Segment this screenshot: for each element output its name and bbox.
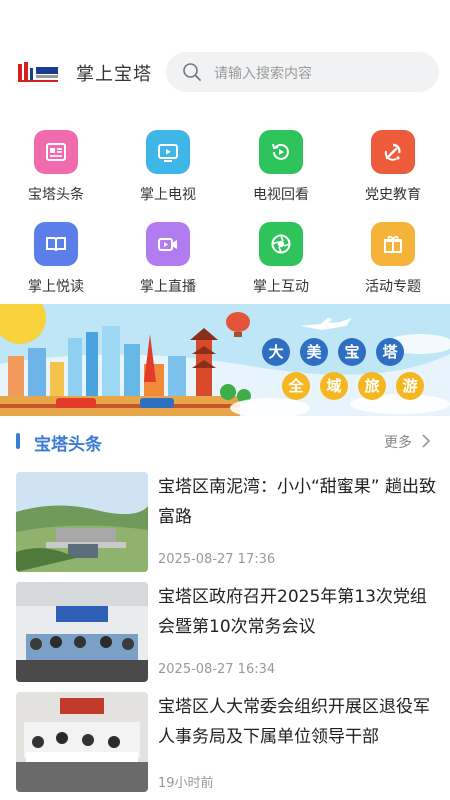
banner-char: 域 [320, 372, 348, 400]
banner-slogan-line1: 大 美 宝 塔 [262, 338, 404, 366]
banner-char: 旅 [358, 372, 386, 400]
grid-label: 电视回看 [253, 187, 309, 203]
tv-icon [146, 130, 190, 174]
grid-item-tv-replay[interactable]: 电视回看 [225, 130, 337, 204]
grid-item-interaction[interactable]: 掌上互动 [225, 222, 337, 296]
party-emblem-icon [371, 130, 415, 174]
gift-icon [371, 222, 415, 266]
news-title[interactable]: 宝塔区人大常委会组织开展区退役军人事务局及下属单位领导干部 [158, 692, 438, 752]
banner-char: 美 [300, 338, 328, 366]
grid-label: 掌上悦读 [28, 279, 84, 295]
grid-label: 掌上电视 [140, 187, 196, 203]
banner-char: 塔 [376, 338, 404, 366]
grid-label: 活动专题 [365, 279, 421, 295]
chevron-right-icon[interactable] [420, 434, 432, 448]
grid-item-live[interactable]: 掌上直播 [112, 222, 224, 296]
news-item[interactable]: 宝塔区南泥湾：小小“甜蜜果” 趟出致富路 2025-08-27 17:36 [0, 472, 450, 582]
banner-char: 游 [396, 372, 424, 400]
app-screen: 掌上宝塔 请输入搜索内容 宝塔头条 掌上电视 电视回看 党史教育 掌上悦读 掌上… [0, 0, 450, 800]
app-title: 掌上宝塔 [76, 64, 152, 85]
news-time: 19小时前 [158, 776, 214, 791]
news-thumbnail[interactable] [16, 692, 148, 792]
news-item[interactable]: 宝塔区政府召开2025年第13次党组会暨第10次常务会议 2025-08-27 … [0, 582, 450, 692]
header: 掌上宝塔 请输入搜索内容 [0, 52, 450, 94]
replay-icon [259, 130, 303, 174]
news-time: 2025-08-27 16:34 [158, 662, 276, 677]
grid-item-party-history[interactable]: 党史教育 [337, 130, 449, 204]
news-time: 2025-08-27 17:36 [158, 552, 276, 567]
grid-item-mobile-tv[interactable]: 掌上电视 [112, 130, 224, 204]
grid-label: 党史教育 [365, 187, 421, 203]
grid-label: 宝塔头条 [28, 187, 84, 203]
banner-char: 大 [262, 338, 290, 366]
grid-item-reading[interactable]: 掌上悦读 [0, 222, 112, 296]
book-icon [34, 222, 78, 266]
news-thumbnail[interactable] [16, 472, 148, 572]
grid-item-headlines[interactable]: 宝塔头条 [0, 130, 112, 204]
search-icon [183, 63, 201, 81]
news-thumbnail[interactable] [16, 582, 148, 682]
news-title[interactable]: 宝塔区政府召开2025年第13次党组会暨第10次常务会议 [158, 582, 438, 642]
newspaper-icon [34, 130, 78, 174]
section-header: 宝塔头条 更多 [0, 428, 450, 456]
grid-item-events[interactable]: 活动专题 [337, 222, 449, 296]
search-input[interactable]: 请输入搜索内容 [166, 52, 439, 92]
interact-icon [259, 222, 303, 266]
banner-slogan-line2: 全 域 旅 游 [282, 372, 424, 400]
grid-label: 掌上直播 [140, 279, 196, 295]
app-logo [16, 60, 60, 86]
live-video-icon [146, 222, 190, 266]
section-title: 宝塔头条 [34, 435, 102, 455]
more-link[interactable]: 更多 [384, 432, 412, 452]
banner-char: 全 [282, 372, 310, 400]
grid-label: 掌上互动 [253, 279, 309, 295]
section-accent-bar [16, 433, 20, 449]
news-title[interactable]: 宝塔区南泥湾：小小“甜蜜果” 趟出致富路 [158, 472, 438, 532]
news-item[interactable]: 宝塔区人大常委会组织开展区退役军人事务局及下属单位领导干部 19小时前 [0, 692, 450, 800]
banner-char: 宝 [338, 338, 366, 366]
search-placeholder: 请输入搜索内容 [214, 66, 312, 82]
